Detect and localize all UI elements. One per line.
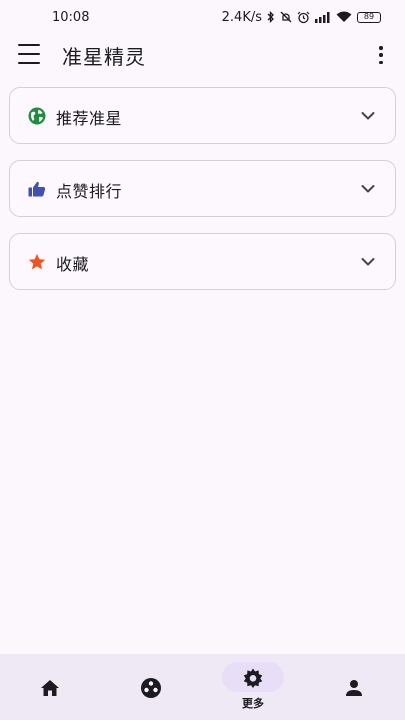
status-bar: 10:08 2.4K/s 89 [0,0,405,34]
section-label: 收藏 [56,255,90,274]
section-likes-ranking[interactable]: 点赞排行 [9,160,396,217]
section-label: 点赞排行 [56,182,123,201]
bluetooth-icon [267,11,274,23]
gamepad-icon [141,678,161,698]
status-icons: 2.4K/s 89 [222,10,381,25]
mute-icon [280,11,292,23]
section-label: 推荐准星 [56,109,123,128]
page-title: 准星精灵 [62,45,146,69]
menu-icon[interactable] [18,44,40,64]
chevron-down-icon [361,258,375,266]
star-icon [28,253,46,270]
section-favorites[interactable]: 收藏 [9,233,396,290]
home-icon [41,680,59,696]
nav-item-profile[interactable] [324,654,384,720]
battery-icon: 89 [357,11,381,23]
signal-icon [315,11,330,23]
nav-item-gamepad[interactable] [121,654,181,720]
chevron-down-icon [361,112,375,120]
thumb-up-icon [28,181,46,197]
settings-icon [243,668,263,688]
app-bar: 准星精灵 [0,34,405,74]
person-icon [346,680,362,696]
globe-icon [28,107,46,125]
section-recommended[interactable]: 推荐准星 [9,87,396,144]
status-time: 10:08 [52,9,90,25]
chevron-down-icon [361,185,375,193]
bottom-navigation: 更多 [0,654,405,720]
more-vert-icon[interactable] [376,46,386,64]
network-speed: 2.4K/s [221,9,262,25]
nav-item-home[interactable] [20,654,80,720]
nav-item-more[interactable]: 更多 [223,654,283,720]
alarm-icon [297,11,310,23]
nav-label-more: 更多 [242,697,264,710]
wifi-icon [336,11,352,22]
